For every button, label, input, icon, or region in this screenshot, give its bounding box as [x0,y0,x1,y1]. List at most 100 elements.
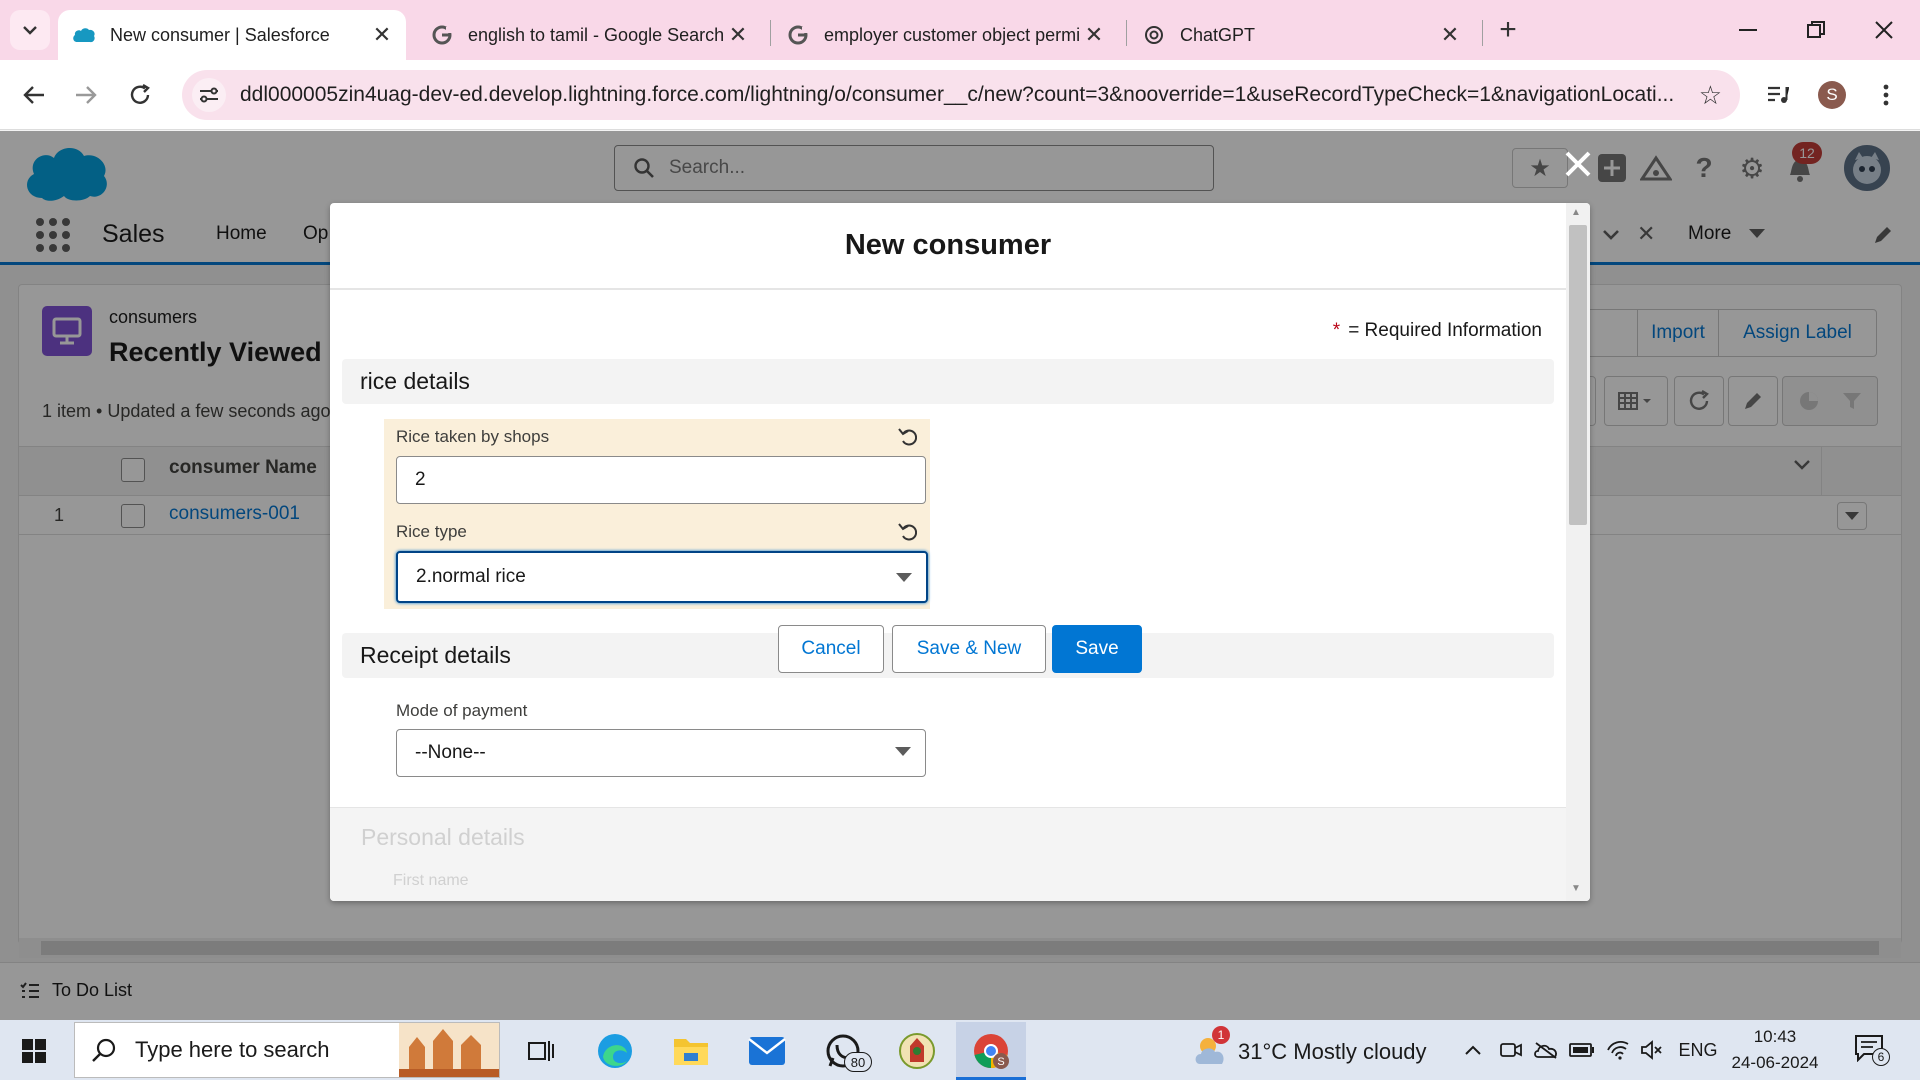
caret-down-icon [896,573,912,582]
taskbar-clock[interactable]: 10:43 24-06-2024 [1730,1024,1820,1076]
notification-center-count: 6 [1872,1048,1890,1066]
tab-chatgpt[interactable]: ChatGPT ✕ [1128,10,1474,60]
tab-separator [770,20,771,46]
volume-muted-icon[interactable] [1638,1036,1666,1064]
new-tab-button[interactable]: + [1490,12,1526,48]
weather-alert-badge: 1 [1212,1026,1230,1044]
chrome-browser-button[interactable]: S [968,1028,1014,1074]
restore-icon [1807,21,1825,38]
browser-menu-button[interactable] [1866,75,1906,115]
undo-rice-taken-button[interactable] [896,425,918,447]
kebab-menu-icon [1883,84,1889,106]
weather-icon[interactable]: 1 [1192,1026,1232,1070]
battery-icon[interactable] [1568,1036,1596,1064]
windows-start-button[interactable] [22,1039,46,1063]
close-tab-icon[interactable]: ✕ [1080,22,1108,48]
reload-icon [130,84,150,104]
browser-toolbar: ddl000005zin4uag-dev-ed.develop.lightnin… [0,60,1920,130]
tab-google-search-2[interactable]: employer customer object permissions ✕ [772,10,1118,60]
search-highlight-illustration [399,1023,499,1077]
arrow-left-icon [23,86,44,104]
mail-button[interactable] [744,1028,790,1074]
mail-icon [748,1037,786,1065]
undo-icon [898,523,917,541]
save-and-new-button[interactable]: Save & New [892,625,1046,673]
section-personal-details: Personal details [361,824,525,850]
edge-browser-button[interactable] [592,1028,638,1074]
emblem-icon [899,1033,935,1069]
modal-close-button[interactable] [1558,144,1598,184]
back-button[interactable] [14,75,54,115]
media-queue-icon [1768,86,1789,103]
tab-search-button[interactable] [10,10,50,50]
close-icon [1565,151,1591,177]
reload-button[interactable] [120,75,160,115]
chevron-down-icon [23,26,37,35]
close-window-button[interactable] [1850,0,1918,60]
tab-salesforce[interactable]: New consumer | Salesforce ✕ [58,10,406,60]
tab-title: english to tamil - Google Search [468,24,724,45]
scroll-down-arrow[interactable]: ▼ [1571,883,1581,894]
notification-center-button[interactable]: 6 [1854,1034,1890,1066]
chrome-icon: S [974,1034,1009,1069]
forward-button[interactable] [66,75,106,115]
edited-fields-group: Rice taken by shops 2 Rice type 2.normal… [384,419,930,609]
search-icon [92,1038,116,1062]
salesforce-cloud-icon [72,23,96,47]
required-info-note: * = Required Information [1333,320,1542,342]
meet-now-icon[interactable] [1498,1036,1524,1064]
scroll-up-arrow[interactable]: ▲ [1571,207,1581,218]
weather-text[interactable]: 31°C Mostly cloudy [1238,1039,1427,1065]
language-indicator[interactable]: ENG [1674,1036,1722,1064]
folder-icon [674,1039,708,1065]
profile-avatar: S [1818,81,1846,109]
close-tab-icon[interactable]: ✕ [1436,22,1464,48]
modal-scrollbar[interactable]: ▲ ▼ [1566,203,1590,901]
show-hidden-icons-button[interactable] [1460,1036,1486,1064]
payment-field-group: Mode of payment --None-- [384,692,930,792]
tab-separator [1126,20,1127,46]
mode-of-payment-value: --None-- [415,742,486,763]
arrow-right-icon [76,86,97,104]
address-bar[interactable]: ddl000005zin4uag-dev-ed.develop.lightnin… [182,70,1740,120]
modal-header: New consumer [330,203,1566,290]
mode-of-payment-select[interactable]: --None-- [396,729,926,777]
media-control-button[interactable] [1758,75,1798,115]
scrollbar-thumb[interactable] [1569,225,1587,525]
google-g-icon [430,23,454,47]
profile-button[interactable]: S [1812,75,1852,115]
undo-rice-type-button[interactable] [896,520,918,542]
restore-button[interactable] [1782,0,1850,60]
undo-icon [898,428,917,446]
whatsapp-button[interactable]: 80 [820,1028,872,1074]
cancel-button[interactable]: Cancel [778,625,884,673]
onedrive-icon[interactable] [1532,1036,1560,1064]
minimize-icon [1739,29,1757,31]
rice-taken-label: Rice taken by shops [396,427,550,446]
save-button[interactable]: Save [1052,625,1142,673]
browser-tab-bar: New consumer | Salesforce ✕ english to t… [0,0,1920,60]
clock-date: 24-06-2024 [1731,1053,1819,1072]
close-tab-icon[interactable]: ✕ [724,22,752,48]
file-explorer-button[interactable] [668,1028,714,1074]
close-icon [1875,21,1893,39]
site-info-icon[interactable] [192,78,226,112]
required-asterisk: * [1332,320,1341,341]
bookmark-star-icon[interactable]: ☆ [1699,80,1722,111]
url-text: ddl000005zin4uag-dev-ed.develop.lightnin… [240,83,1675,106]
edge-icon [598,1034,632,1068]
taskbar-search-box[interactable]: Type here to search [74,1022,500,1078]
rice-type-select[interactable]: 2.normal rice [396,551,928,603]
task-view-button[interactable] [518,1028,564,1074]
close-tab-icon[interactable]: ✕ [368,22,396,48]
section-rice-details[interactable]: rice details [342,359,1554,404]
tab-google-search-1[interactable]: english to tamil - Google Search ✕ [416,10,762,60]
rice-taken-input[interactable]: 2 [396,456,926,504]
taskbar-search-placeholder: Type here to search [135,1037,330,1062]
tab-separator [1482,20,1483,46]
govt-app-button[interactable] [894,1028,940,1074]
new-record-modal: New consumer * = Required Information ric… [330,203,1590,901]
wifi-icon[interactable] [1604,1036,1632,1064]
rice-type-label: Rice type [396,522,467,541]
minimize-button[interactable] [1714,0,1782,60]
